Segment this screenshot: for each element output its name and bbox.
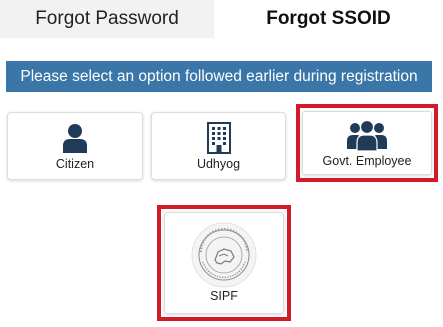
instruction-banner: Please select an option followed earlier… [6,61,432,92]
option-govt-employee-card: Govt. Employee [302,111,432,175]
option-citizen-label: Citizen [55,157,95,171]
option-sipf-card: SIPF [164,212,284,314]
option-sipf-label: SIPF [210,289,238,303]
option-govt-employee-button[interactable]: Govt. Employee [296,104,438,182]
sipf-seal-icon [191,222,257,288]
tab-forgot-password[interactable]: Forgot Password [0,0,214,38]
users-group-icon [347,119,387,151]
tab-forgot-ssoid-label: Forgot SSOID [266,8,391,29]
option-udhyog-button[interactable]: Udhyog [151,112,286,180]
user-icon [63,124,87,153]
option-sipf-button[interactable]: SIPF [157,205,291,321]
option-citizen-button[interactable]: Citizen [7,112,143,180]
tab-forgot-ssoid[interactable]: Forgot SSOID [214,0,443,38]
option-govt-employee-label: Govt. Employee [322,154,412,168]
option-udhyog-label: Udhyog [196,157,241,171]
building-icon [206,122,231,154]
tab-forgot-password-label: Forgot Password [35,8,179,29]
